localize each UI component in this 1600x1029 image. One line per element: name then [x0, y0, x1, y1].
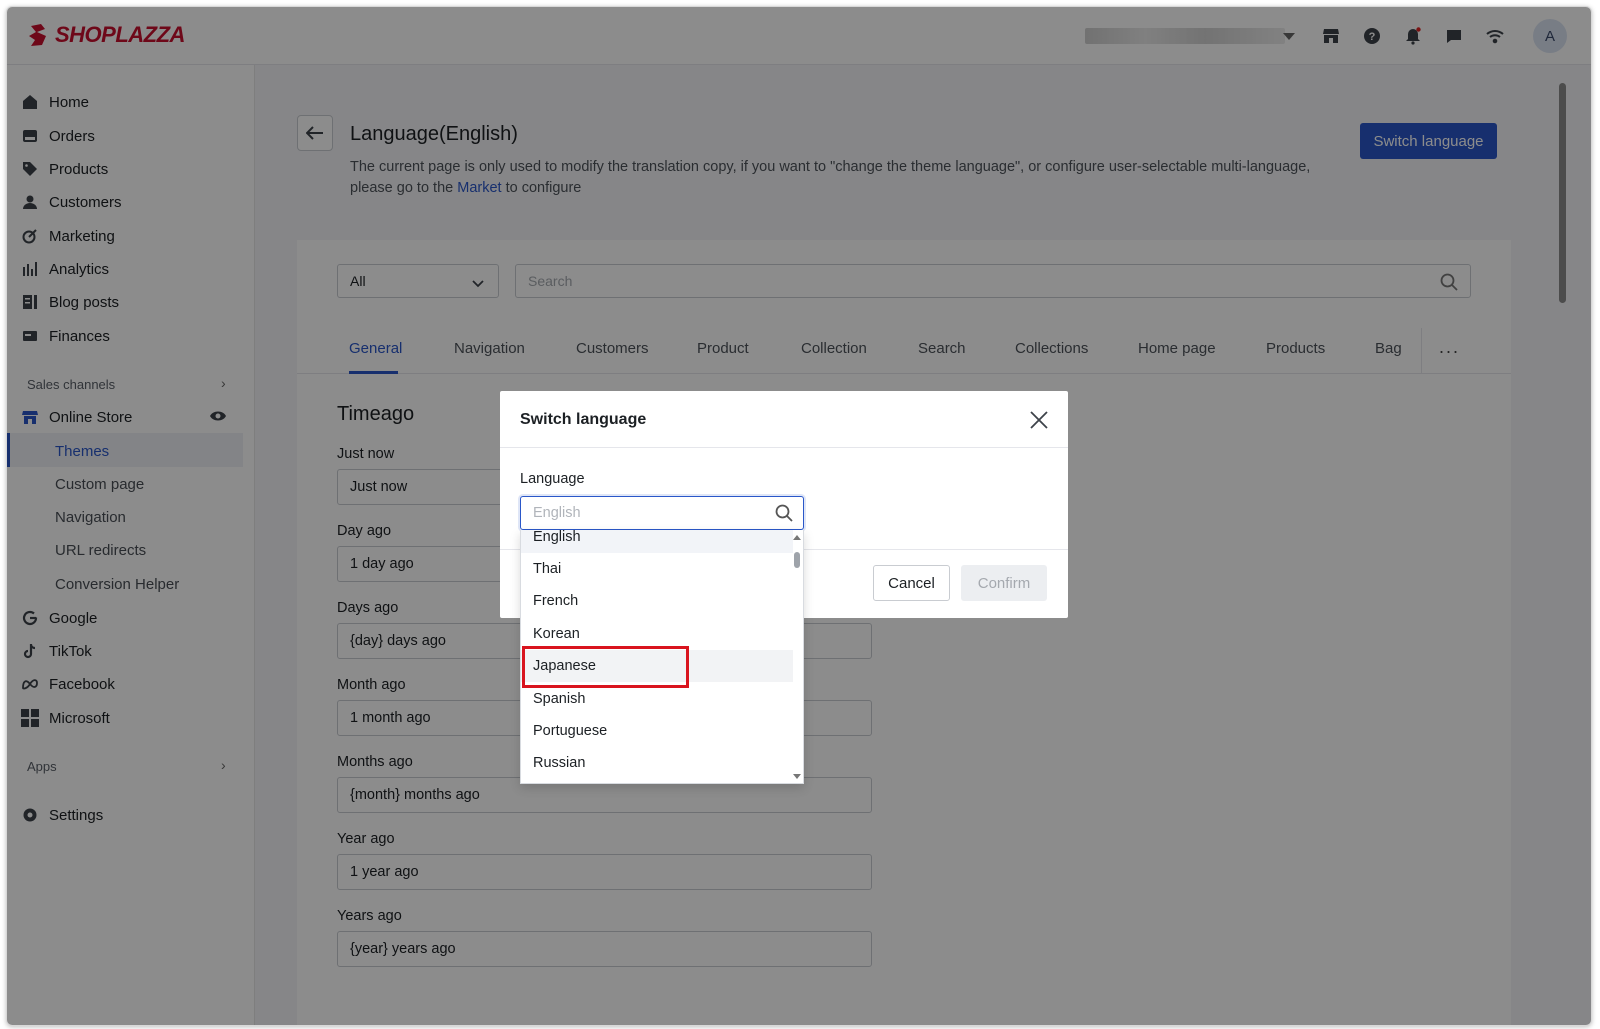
language-label: Language [520, 471, 585, 487]
search-icon [775, 504, 793, 526]
language-search-input[interactable]: English [520, 496, 804, 530]
cancel-button[interactable]: Cancel [873, 565, 950, 601]
language-option-portuguese[interactable]: Portuguese [521, 715, 793, 747]
modal-title: Switch language [520, 411, 647, 428]
scroll-down-arrow-icon[interactable] [793, 774, 801, 779]
scrollbar-thumb[interactable] [794, 552, 800, 568]
language-option-english[interactable]: English [521, 530, 793, 553]
language-placeholder: English [533, 505, 581, 521]
highlight-box [522, 646, 689, 688]
scroll-up-arrow-icon[interactable] [793, 535, 801, 540]
language-option-french[interactable]: French [521, 585, 793, 617]
divider [500, 447, 1068, 448]
dropdown-scrollbar[interactable] [791, 530, 803, 783]
close-icon[interactable] [1028, 409, 1050, 431]
confirm-button[interactable]: Confirm [961, 565, 1047, 601]
language-option-russian[interactable]: Russian [521, 747, 793, 779]
language-option-thai[interactable]: Thai [521, 553, 793, 585]
